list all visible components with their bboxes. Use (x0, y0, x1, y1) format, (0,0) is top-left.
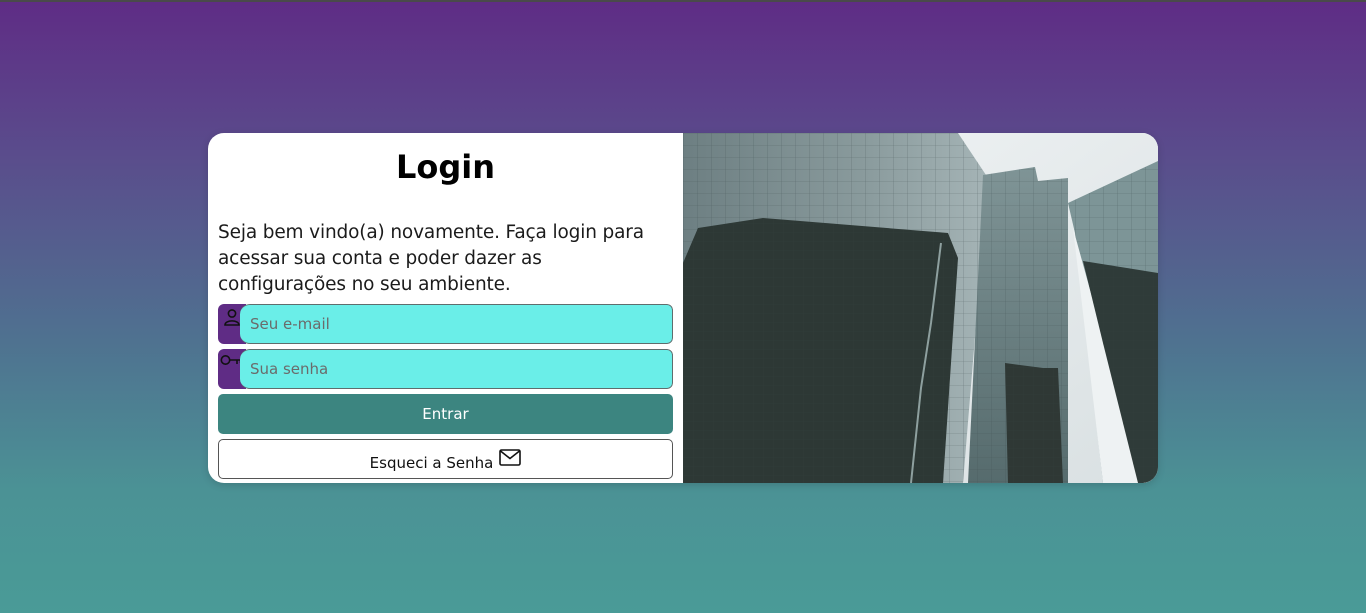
email-field-group (218, 304, 673, 344)
top-border (0, 0, 1366, 2)
enter-button[interactable]: Entrar (218, 394, 673, 434)
building-photo (683, 133, 1158, 483)
mail-icon (499, 449, 522, 466)
intro-text: Seja bem vindo(a) novamente. Faça login … (218, 222, 644, 295)
password-input[interactable] (240, 349, 673, 389)
login-panel: Login Seja bem vindo(a) novamente. Faça … (208, 133, 683, 483)
page-title: Login (395, 148, 496, 186)
building-illustration (683, 133, 1158, 483)
login-card: Login Seja bem vindo(a) novamente. Faça … (208, 133, 1158, 483)
password-field-group (218, 349, 673, 389)
forgot-password-label: Esqueci a Senha (369, 453, 494, 472)
email-input[interactable] (240, 304, 673, 344)
forgot-password-button[interactable]: Esqueci a Senha (218, 439, 673, 479)
